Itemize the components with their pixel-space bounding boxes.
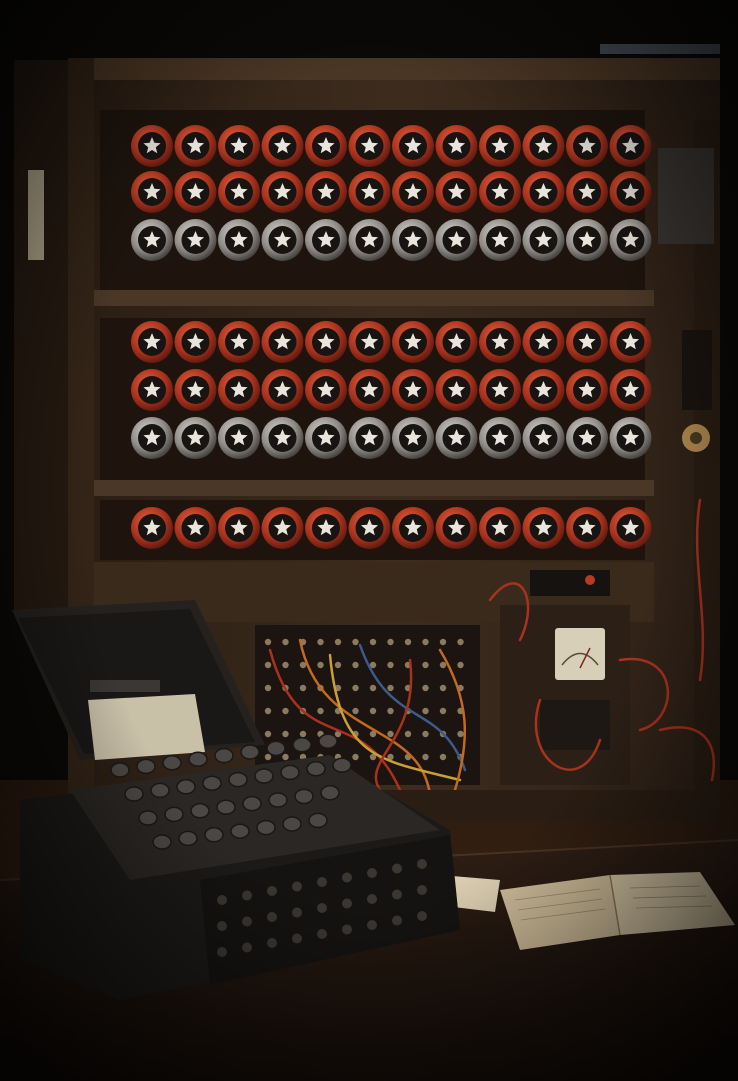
photo-bombe-and-enigma [0, 0, 738, 1081]
vignette-overlay [0, 0, 738, 1081]
